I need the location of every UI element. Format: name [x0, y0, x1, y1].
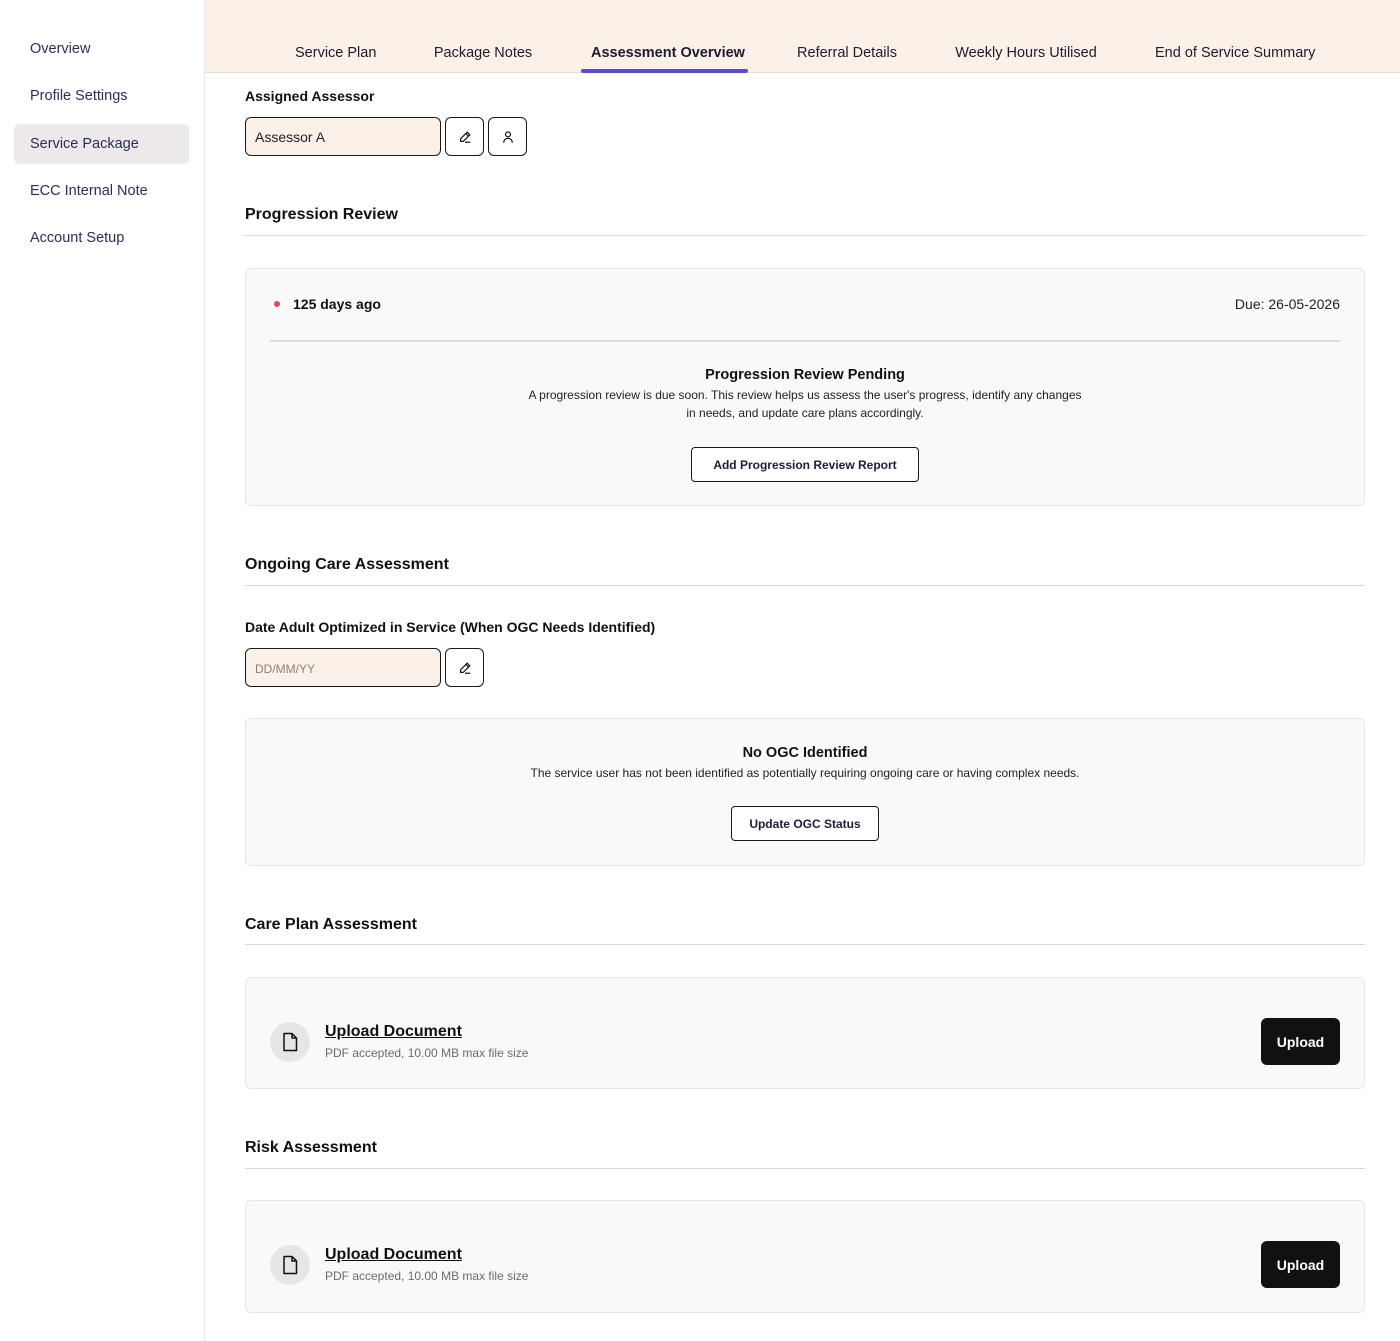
section-divider — [245, 235, 1365, 236]
assigned-assessor-label: Assigned Assessor — [245, 88, 375, 104]
date-optimized-input[interactable] — [245, 648, 441, 687]
sidebar-item-profile-settings[interactable]: Profile Settings — [14, 76, 189, 116]
card-divider — [270, 340, 1340, 342]
status-dot-icon — [274, 301, 280, 307]
assessor-input[interactable] — [245, 117, 441, 156]
sidebar-item-ecc-internal-note[interactable]: ECC Internal Note — [14, 171, 189, 211]
risk-upload-document-link[interactable]: Upload Document — [325, 1246, 462, 1264]
document-icon — [270, 1022, 310, 1062]
progression-pending-desc-line1: A progression review is due soon. This r… — [528, 388, 1082, 402]
progression-due-date: Due: 26-05-2026 — [1234, 296, 1340, 312]
section-divider — [245, 1168, 1365, 1169]
ogc-status-card: No OGC Identified The service user has n… — [245, 718, 1365, 866]
user-icon — [502, 130, 513, 143]
care-plan-upload-card: Upload Document PDF accepted, 10.00 MB m… — [245, 977, 1365, 1089]
sidebar: Overview Profile Settings Service Packag… — [0, 0, 205, 1341]
tab-bar: Service Plan Package Notes Assessment Ov… — [205, 0, 1400, 73]
date-optimized-label: Date Adult Optimized in Service (When OG… — [245, 619, 656, 635]
ongoing-care-assessment-title: Ongoing Care Assessment — [245, 556, 449, 573]
progression-pending-title: Progression Review Pending — [705, 367, 905, 383]
tab-weekly-hours-utilised[interactable]: Weekly Hours Utilised — [955, 0, 1097, 73]
sidebar-item-service-package[interactable]: Service Package — [14, 124, 189, 164]
care-plan-upload-document-link[interactable]: Upload Document — [325, 1023, 462, 1041]
section-divider — [245, 944, 1365, 945]
care-plan-assessment-title: Care Plan Assessment — [245, 916, 417, 933]
care-plan-upload-hint: PDF accepted, 10.00 MB max file size — [325, 1046, 529, 1060]
progression-pending-desc-line2: in needs, and update care plans accordin… — [686, 406, 924, 420]
no-ogc-desc: The service user has not been identified… — [530, 766, 1080, 780]
tab-assessment-overview[interactable]: Assessment Overview — [581, 0, 748, 73]
tab-service-plan[interactable]: Service Plan — [295, 0, 376, 73]
update-ogc-status-button[interactable]: Update OGC Status — [731, 806, 879, 841]
pencil-icon — [459, 662, 470, 674]
document-icon — [270, 1245, 310, 1285]
sidebar-item-account-setup[interactable]: Account Setup — [14, 218, 189, 258]
risk-upload-button[interactable]: Upload — [1261, 1241, 1340, 1288]
progression-status-text: 125 days ago — [293, 296, 381, 312]
risk-upload-hint: PDF accepted, 10.00 MB max file size — [325, 1269, 529, 1283]
tab-referral-details[interactable]: Referral Details — [797, 0, 897, 73]
no-ogc-title: No OGC Identified — [742, 745, 868, 761]
progression-review-card: 125 days ago Due: 26-05-2026 Progression… — [245, 268, 1365, 506]
sidebar-item-overview[interactable]: Overview — [14, 29, 189, 69]
tab-end-of-service-summary[interactable]: End of Service Summary — [1155, 0, 1315, 73]
section-divider — [245, 585, 1365, 586]
progression-review-title: Progression Review — [245, 206, 398, 223]
risk-upload-card: Upload Document PDF accepted, 10.00 MB m… — [245, 1200, 1365, 1313]
assign-assessor-button[interactable] — [488, 117, 527, 156]
edit-assessor-button[interactable] — [445, 117, 484, 156]
tab-package-notes[interactable]: Package Notes — [433, 0, 533, 73]
risk-assessment-title: Risk Assessment — [245, 1139, 377, 1156]
edit-date-button[interactable] — [445, 648, 484, 687]
pencil-icon — [459, 131, 470, 143]
add-progression-review-report-button[interactable]: Add Progression Review Report — [691, 447, 919, 482]
care-plan-upload-button[interactable]: Upload — [1261, 1018, 1340, 1065]
